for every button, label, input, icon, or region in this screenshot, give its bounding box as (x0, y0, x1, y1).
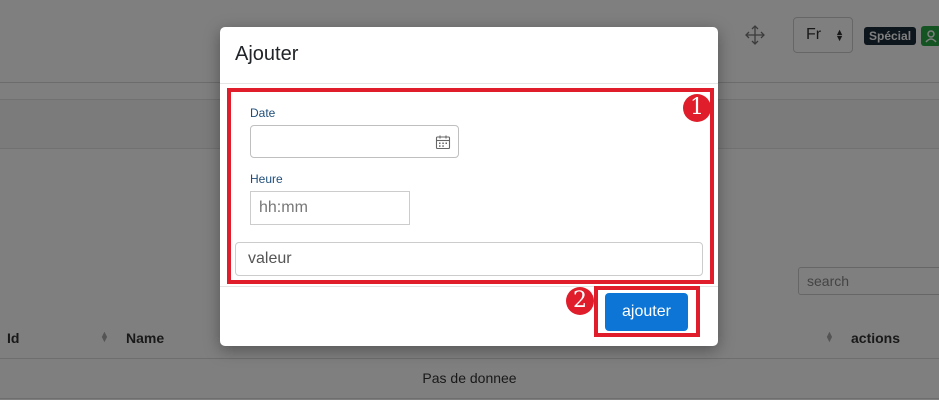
callout-number-1: 1 (683, 94, 711, 122)
modal-header-divider (220, 83, 718, 84)
callout-box-2 (594, 286, 700, 337)
modal-title: Ajouter (235, 43, 299, 65)
callout-box-1 (227, 88, 714, 284)
callout-number-2: 2 (566, 287, 594, 315)
